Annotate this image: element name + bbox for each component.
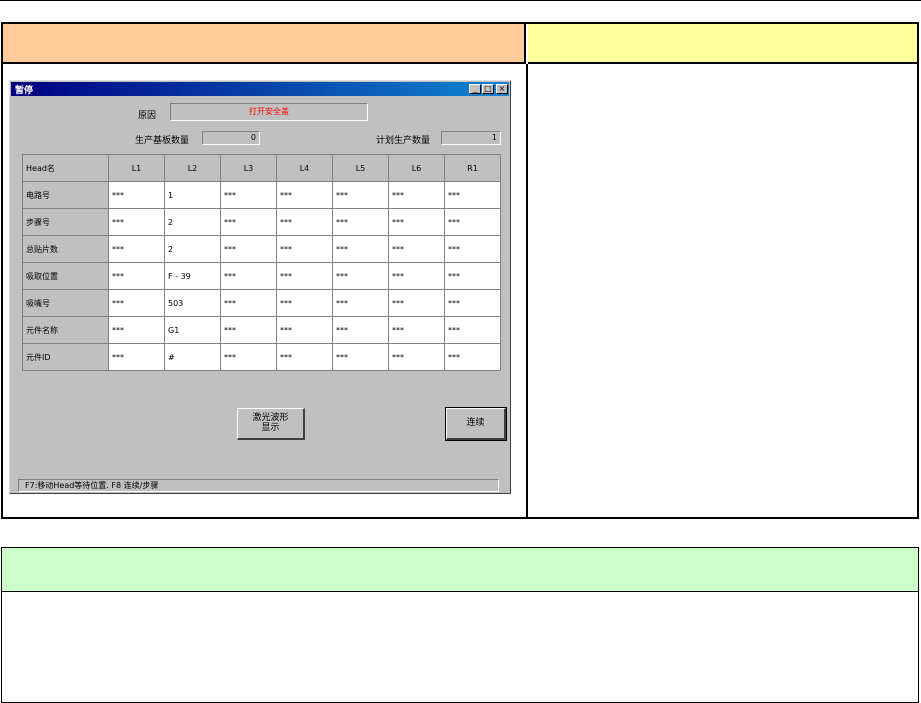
table-cell: *** — [276, 316, 333, 344]
table-cell: *** — [388, 343, 445, 371]
minimize-icon[interactable]: _ — [469, 84, 481, 94]
column-header: L4 — [276, 154, 333, 182]
table-cell: # — [164, 343, 221, 371]
table-cell: *** — [108, 181, 165, 209]
plan-count-field: 1 — [441, 131, 501, 145]
table-cell: *** — [444, 343, 501, 371]
table-cell: *** — [444, 289, 501, 317]
laser-waveform-button[interactable]: 激光波形显示 — [237, 408, 305, 440]
continue-button[interactable]: 连续 — [445, 407, 507, 441]
table-cell: *** — [388, 289, 445, 317]
table-cell: *** — [332, 262, 389, 290]
table-cell: *** — [444, 181, 501, 209]
table-row: 电路号 *** 1 *** *** *** *** *** — [22, 181, 501, 209]
column-header: L1 — [108, 154, 165, 182]
table-cell: *** — [332, 235, 389, 263]
table-cell: *** — [332, 181, 389, 209]
table-row: 元件名称 *** G1 *** *** *** *** *** — [22, 316, 501, 344]
row-header: 电路号 — [22, 181, 109, 209]
table-cell: 503 — [164, 289, 221, 317]
table-cell: *** — [276, 262, 333, 290]
table-cell: *** — [332, 289, 389, 317]
table-cell: *** — [276, 208, 333, 236]
table-cell: *** — [276, 235, 333, 263]
table-cell: *** — [108, 343, 165, 371]
pause-dialog: 暂停 _ □ × 原因 打开安全盖 生产基板数量 0 计划生产数量 1 Head… — [9, 80, 511, 494]
table-cell: *** — [388, 235, 445, 263]
table-cell: *** — [332, 208, 389, 236]
table-cell: *** — [332, 316, 389, 344]
notes-panel-header — [2, 548, 918, 592]
head-info-table: Head名 L1 L2 L3 L4 L5 L6 R1 电路号 *** 1 ***… — [22, 154, 501, 371]
panel-divider — [526, 64, 528, 517]
table-cell: *** — [220, 316, 277, 344]
dialog-titlebar: 暂停 _ □ × — [11, 82, 509, 96]
row-header: 元件名称 — [22, 316, 109, 344]
table-cell: *** — [444, 262, 501, 290]
column-header: L3 — [220, 154, 277, 182]
table-cell: *** — [220, 262, 277, 290]
column-header: L2 — [164, 154, 221, 182]
dialog-title: 暂停 — [15, 86, 34, 96]
row-header: 吸取位置 — [22, 262, 109, 290]
table-cell: *** — [444, 235, 501, 263]
table-cell: 2 — [164, 235, 221, 263]
table-cell: 1 — [164, 181, 221, 209]
table-cell: *** — [388, 262, 445, 290]
table-cell: *** — [220, 235, 277, 263]
table-cell: *** — [388, 316, 445, 344]
row-header: 吸嘴号 — [22, 289, 109, 317]
table-cell: G1 — [164, 316, 221, 344]
table-corner-header: Head名 — [22, 154, 109, 182]
column-header: R1 — [444, 154, 501, 182]
status-bar: F7:移动Head等待位置. F8 连续/步骤 — [18, 479, 499, 492]
plan-label: 计划生产数量 — [376, 136, 431, 146]
top-rule — [0, 0, 921, 1]
laser-waveform-button-label: 激光波形显示 — [252, 413, 289, 433]
column-header: L5 — [332, 154, 389, 182]
table-cell: *** — [108, 289, 165, 317]
table-row: 元件ID *** # *** *** *** *** *** — [22, 343, 501, 371]
table-cell: *** — [332, 343, 389, 371]
table-row: 步骤号 *** 2 *** *** *** *** *** — [22, 208, 501, 236]
table-row: 吸嘴号 *** 503 *** *** *** *** *** — [22, 289, 501, 317]
table-cell: *** — [220, 289, 277, 317]
reason-field: 打开安全盖 — [170, 103, 368, 121]
table-row: 吸取位置 *** F - 39 *** *** *** *** *** — [22, 262, 501, 290]
table-cell: *** — [108, 208, 165, 236]
maximize-icon[interactable]: □ — [482, 84, 494, 94]
close-icon[interactable]: × — [496, 84, 508, 94]
description-panel-header — [528, 24, 917, 64]
table-cell: *** — [444, 208, 501, 236]
screen-panel-header — [3, 24, 526, 64]
table-cell: *** — [276, 343, 333, 371]
row-header: 步骤号 — [22, 208, 109, 236]
table-cell: *** — [444, 316, 501, 344]
table-row: 总贴片数 *** 2 *** *** *** *** *** — [22, 235, 501, 263]
table-cell: *** — [276, 181, 333, 209]
row-header: 总贴片数 — [22, 235, 109, 263]
table-cell: *** — [220, 208, 277, 236]
table-cell: *** — [108, 235, 165, 263]
column-header: L6 — [388, 154, 445, 182]
row-header: 元件ID — [22, 343, 109, 371]
table-cell: 2 — [164, 208, 221, 236]
table-cell: *** — [108, 316, 165, 344]
reason-label: 原因 — [138, 111, 157, 121]
table-cell: *** — [388, 181, 445, 209]
table-cell: *** — [388, 208, 445, 236]
table-cell: *** — [276, 289, 333, 317]
table-cell: *** — [108, 262, 165, 290]
boards-count-field: 0 — [202, 131, 260, 145]
table-cell: *** — [220, 343, 277, 371]
table-cell: F - 39 — [164, 262, 221, 290]
boards-label: 生产基板数量 — [135, 136, 190, 146]
table-cell: *** — [220, 181, 277, 209]
